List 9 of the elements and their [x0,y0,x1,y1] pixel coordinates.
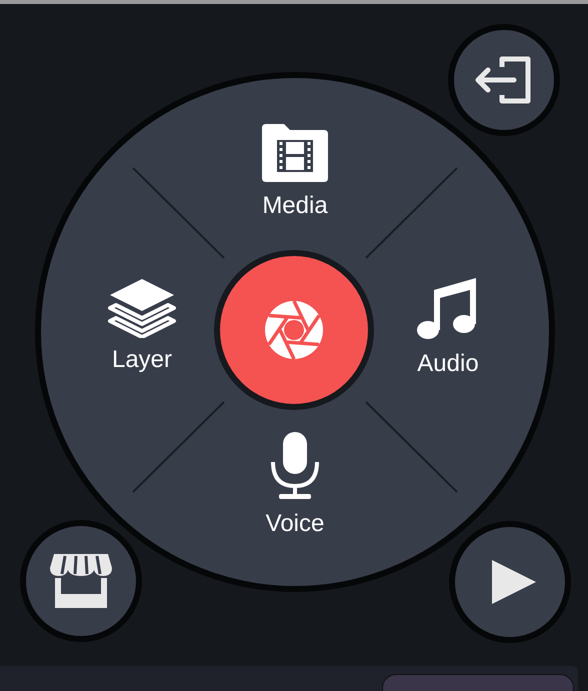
film-folder-icon [260,122,330,184]
menu-item[interactable]: Audio [398,276,498,378]
storefront-icon [48,552,114,610]
menu-item[interactable]: Voice [245,430,345,538]
layers-icon [106,276,178,338]
menu-item[interactable]: Layer [92,276,192,374]
menu-item[interactable]: Media [245,122,345,220]
shutter-icon [264,300,324,360]
play-icon [490,558,538,606]
